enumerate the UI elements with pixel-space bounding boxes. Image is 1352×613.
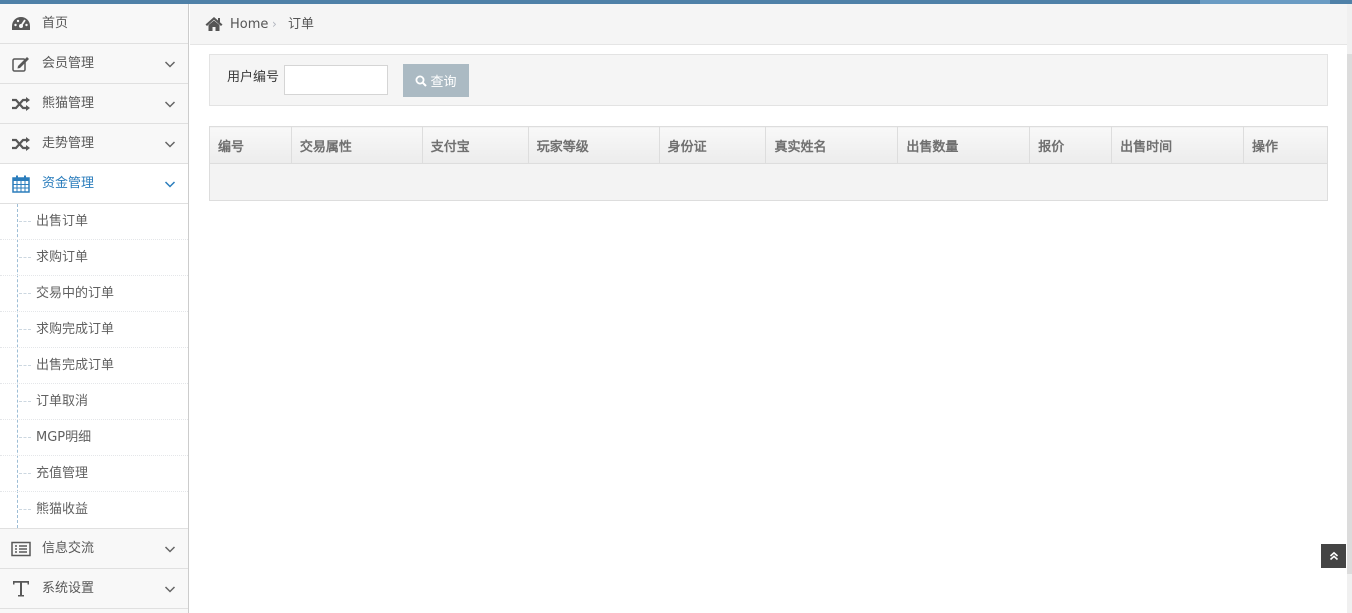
chevron-down-icon	[164, 181, 176, 188]
chevron-down-icon	[164, 101, 176, 108]
text-icon	[11, 580, 31, 598]
sidebar-item-messages[interactable]: 信息交流	[0, 529, 188, 569]
home-icon	[205, 17, 223, 31]
chevron-down-icon	[164, 141, 176, 148]
search-panel: 用户编号 查询	[209, 54, 1328, 106]
submenu-item-completed-sell[interactable]: 出售完成订单	[0, 348, 188, 384]
sidebar: 首页 会员管理 熊猫管理 走势管理 资金管理 出售订单 求购订单 交易中的订单 …	[0, 4, 189, 613]
back-to-top-button[interactable]	[1321, 544, 1346, 568]
column-header-sell-quantity: 出售数量	[897, 126, 1031, 164]
submenu-item-label: 出售完成订单	[36, 358, 115, 373]
column-header-alipay: 支付宝	[421, 126, 529, 164]
submenu-item-label: MGP明细	[36, 430, 92, 445]
edit-icon	[11, 55, 31, 73]
column-header-actions: 操作	[1243, 126, 1328, 164]
sidebar-item-panda[interactable]: 熊猫管理	[0, 84, 188, 124]
sidebar-item-members[interactable]: 会员管理	[0, 44, 188, 84]
dashboard-icon	[11, 15, 31, 33]
submenu-item-label: 求购完成订单	[36, 322, 115, 337]
sidebar-item-home[interactable]: 首页	[0, 4, 188, 44]
column-header-real-name: 真实姓名	[765, 126, 899, 164]
user-id-label: 用户编号	[227, 70, 280, 85]
page-scrollbar[interactable]	[1347, 4, 1352, 613]
sidebar-item-label: 资金管理	[42, 176, 95, 191]
table-row-empty	[209, 163, 1328, 201]
breadcrumb: Home › 订单	[190, 4, 1352, 45]
funds-submenu: 出售订单 求购订单 交易中的订单 求购完成订单 出售完成订单 订单取消 MGP明…	[0, 204, 188, 529]
list-icon	[11, 540, 31, 558]
submenu-item-label: 订单取消	[36, 394, 89, 409]
submenu-item-recharge[interactable]: 充值管理	[0, 456, 188, 492]
calendar-icon	[11, 175, 31, 193]
chevron-down-icon	[164, 586, 176, 593]
submenu-item-completed-buy[interactable]: 求购完成订单	[0, 312, 188, 348]
submenu-item-label: 出售订单	[36, 214, 89, 229]
random-icon	[11, 95, 31, 113]
empty-table-cell	[209, 163, 1328, 201]
breadcrumb-current: 订单	[288, 17, 315, 32]
sidebar-item-label: 走势管理	[42, 136, 95, 151]
column-header-trade-type: 交易属性	[290, 126, 423, 164]
sidebar-item-settings[interactable]: 系统设置	[0, 569, 188, 609]
sidebar-item-funds[interactable]: 资金管理	[0, 164, 188, 204]
sidebar-item-trend[interactable]: 走势管理	[0, 124, 188, 164]
column-header-id: 编号	[209, 126, 292, 164]
orders-table: 编号 交易属性 支付宝 玩家等级 身份证 真实姓名 出售数量 报价 出售时间 操…	[209, 126, 1328, 201]
submenu-item-cancelled[interactable]: 订单取消	[0, 384, 188, 420]
search-icon	[415, 75, 428, 87]
column-header-player-level: 玩家等级	[527, 126, 660, 164]
submenu-item-mgp-detail[interactable]: MGP明细	[0, 420, 188, 456]
column-header-sell-time: 出售时间	[1111, 126, 1245, 164]
sidebar-item-label: 信息交流	[42, 541, 95, 556]
sidebar-item-label: 首页	[42, 16, 69, 31]
submenu-item-sell-orders[interactable]: 出售订单	[0, 204, 188, 240]
search-button-label: 查询	[430, 75, 457, 90]
breadcrumb-home-link[interactable]: Home	[230, 4, 268, 45]
submenu-item-label: 求购订单	[36, 250, 89, 265]
submenu-item-trading-orders[interactable]: 交易中的订单	[0, 276, 188, 312]
sidebar-item-label: 会员管理	[42, 56, 95, 71]
breadcrumb-separator: ›	[272, 17, 277, 31]
random-icon	[11, 135, 31, 153]
sidebar-item-label: 熊猫管理	[42, 96, 95, 111]
submenu-item-label: 交易中的订单	[36, 286, 115, 301]
chevron-down-icon	[164, 546, 176, 553]
submenu-item-label: 熊猫收益	[36, 502, 89, 517]
search-button[interactable]: 查询	[403, 64, 469, 97]
chevron-down-icon	[164, 61, 176, 68]
column-header-id-card: 身份证	[658, 126, 767, 164]
double-angle-up-icon	[1329, 551, 1338, 561]
sidebar-item-label: 系统设置	[42, 581, 95, 596]
column-header-price: 报价	[1029, 126, 1113, 164]
user-id-input[interactable]	[284, 65, 388, 95]
submenu-item-panda-income[interactable]: 熊猫收益	[0, 492, 188, 528]
submenu-item-label: 充值管理	[36, 466, 89, 481]
submenu-item-buy-orders[interactable]: 求购订单	[0, 240, 188, 276]
table-header-row: 编号 交易属性 支付宝 玩家等级 身份证 真实姓名 出售数量 报价 出售时间 操…	[209, 126, 1328, 164]
